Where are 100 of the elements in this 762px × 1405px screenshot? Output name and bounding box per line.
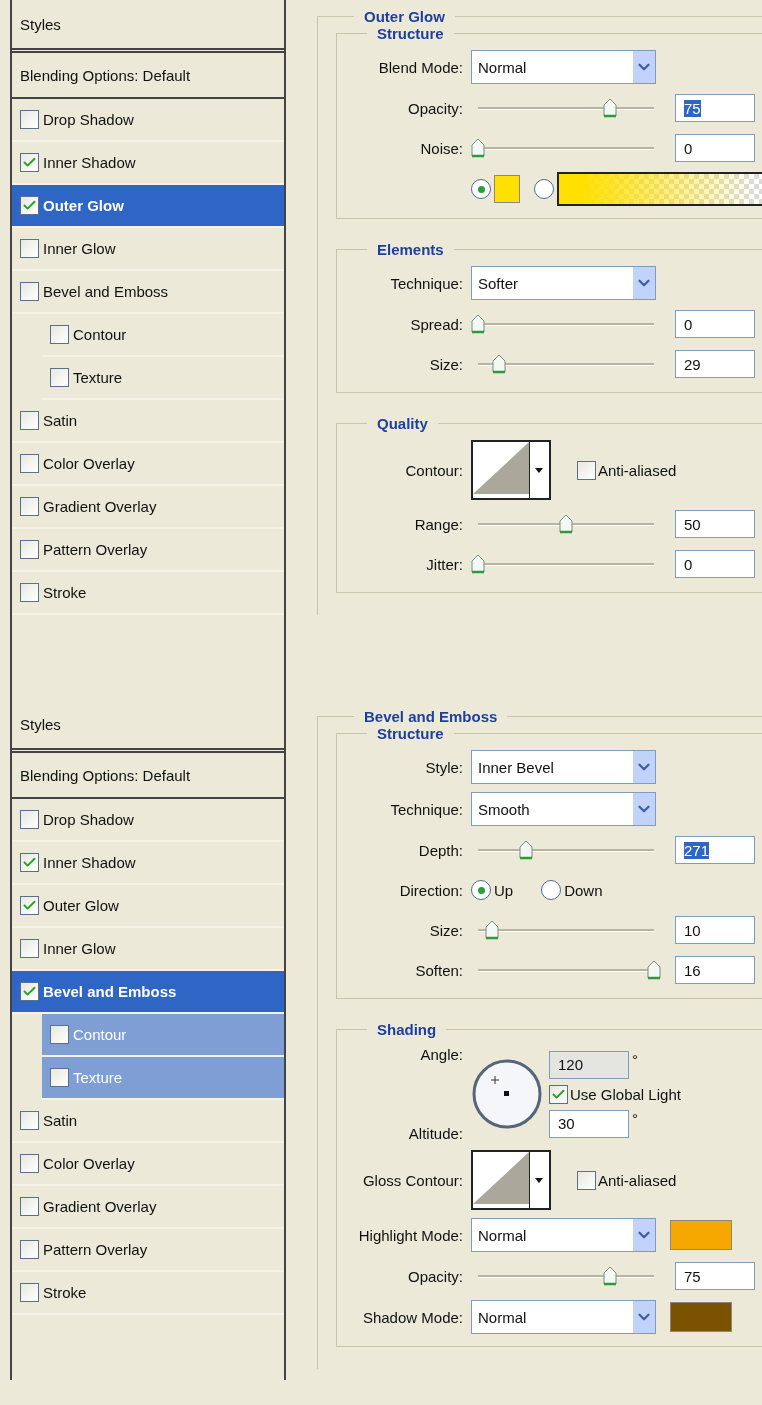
dropdown[interactable]: Normal [471,50,656,84]
list-item[interactable]: Satin [12,1100,284,1143]
checkbox[interactable] [20,1111,39,1130]
checkbox[interactable] [50,325,69,344]
list-item[interactable]: Pattern Overlay [12,1229,284,1272]
checkbox[interactable] [20,982,39,1001]
list-item[interactable]: Satin [12,400,284,443]
checkbox[interactable] [20,196,39,215]
list-item[interactable]: Pattern Overlay [12,529,284,572]
checkbox[interactable] [20,110,39,129]
contour-picker[interactable] [471,440,551,500]
chevron-down-icon[interactable] [633,793,655,825]
slider-handle[interactable] [603,1266,617,1286]
caret-icon[interactable] [535,467,543,473]
degree-symbol: ° [632,1050,638,1068]
chevron-down-icon[interactable] [633,1219,655,1251]
slider-handle[interactable] [647,960,661,980]
dropdown[interactable]: Softer [471,266,656,300]
dropdown[interactable]: Normal [471,1218,656,1252]
checkbox[interactable] [20,497,39,516]
list-item[interactable]: Drop Shadow [12,799,284,842]
checkbox[interactable] [549,1084,568,1104]
dropdown[interactable]: Normal [471,1300,656,1334]
value-field[interactable]: 75 [675,1262,755,1290]
radio-button[interactable] [534,179,554,199]
list-item[interactable]: Gradient Overlay [12,1186,284,1229]
value-field[interactable]: 30 [549,1109,629,1138]
checkbox[interactable] [50,1068,69,1087]
list-item[interactable]: Color Overlay [12,443,284,486]
radio-button[interactable] [471,179,491,199]
checkbox[interactable] [20,853,39,872]
chevron-down-icon[interactable] [633,751,655,783]
checkbox[interactable] [20,153,39,172]
checkbox[interactable] [20,1154,39,1173]
list-item[interactable]: Bevel and Emboss [12,971,284,1014]
color-swatch[interactable] [670,1302,732,1332]
value-field[interactable]: 271 [675,836,755,864]
value-field[interactable]: 29 [675,350,755,378]
checkbox[interactable] [577,1170,596,1190]
chevron-down-icon[interactable] [633,1301,655,1333]
value-field[interactable]: 75 [675,94,755,122]
radio-button[interactable] [471,880,491,900]
field-label: Spread: [409,315,463,333]
checkbox[interactable] [20,896,39,915]
value-field[interactable]: 50 [675,510,755,538]
checkbox[interactable] [50,1025,69,1044]
dropdown[interactable]: Inner Bevel [471,750,656,784]
chevron-down-icon[interactable] [633,51,655,83]
slider-handle[interactable] [471,554,485,574]
value-field[interactable]: 16 [675,956,755,984]
color-swatch[interactable] [494,175,520,203]
list-item[interactable]: Stroke [12,572,284,615]
list-item[interactable]: Inner Shadow [12,842,284,885]
list-item[interactable]: Color Overlay [12,1143,284,1186]
dropdown[interactable]: Smooth [471,792,656,826]
slider-handle[interactable] [492,354,507,374]
slider-handle[interactable] [471,138,485,158]
list-item[interactable]: Blending Options: Default [12,753,284,799]
list-item[interactable]: Gradient Overlay [12,486,284,529]
checkbox[interactable] [20,810,39,829]
checkbox[interactable] [20,540,39,559]
list-item[interactable]: Texture [42,357,284,400]
list-item[interactable]: Drop Shadow [12,99,284,142]
slider-handle[interactable] [559,514,573,534]
checkbox-label: Use Global Light [570,1085,681,1103]
checkbox[interactable] [20,282,39,301]
checkbox[interactable] [20,1197,39,1216]
checkbox[interactable] [20,454,39,473]
value-field[interactable]: 0 [675,134,755,162]
value-field[interactable]: 120 [549,1050,629,1079]
slider-handle[interactable] [485,920,500,940]
slider-handle[interactable] [518,840,533,860]
checkbox[interactable] [50,368,69,387]
contour-picker[interactable] [471,1150,551,1210]
checkbox[interactable] [20,411,39,430]
value-field[interactable]: 0 [675,550,755,578]
value-field[interactable]: 10 [675,916,755,944]
group-title: Quality [376,415,429,432]
checkbox[interactable] [20,939,39,958]
list-item[interactable]: Inner Glow [12,228,284,271]
angle-dial-icon[interactable] [471,1058,543,1130]
checkbox[interactable] [20,583,39,602]
value-field[interactable]: 0 [675,310,755,338]
list-item[interactable]: Stroke [12,1272,284,1315]
chevron-down-icon[interactable] [633,267,655,299]
list-item[interactable]: Blending Options: Default [12,53,284,99]
caret-icon[interactable] [535,1177,543,1183]
checkbox[interactable] [20,1283,39,1302]
checkbox[interactable] [20,1240,39,1259]
list-item[interactable]: Contour [42,314,284,357]
color-swatch[interactable] [670,1220,732,1250]
gradient-picker[interactable] [557,172,762,206]
list-item[interactable]: Outer Glow [12,185,284,228]
list-item[interactable]: Outer Glow [12,885,284,928]
slider-handle[interactable] [471,314,485,334]
list-item[interactable]: Bevel and Emboss [12,271,284,314]
checkbox[interactable] [577,460,596,480]
slider-handle[interactable] [603,98,617,118]
checkbox[interactable] [20,239,39,258]
radio-button[interactable] [541,880,562,900]
